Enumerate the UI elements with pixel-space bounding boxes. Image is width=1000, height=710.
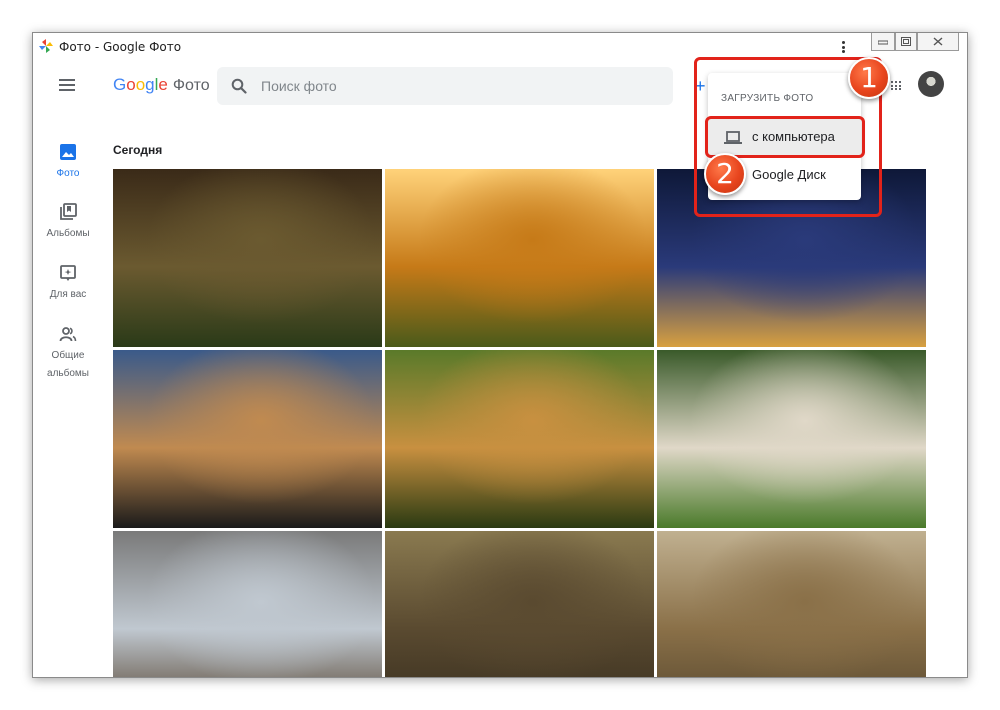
step-1-badge: 1 xyxy=(848,57,890,99)
albums-icon xyxy=(60,203,77,220)
logo-letter: e xyxy=(158,75,168,94)
close-icon xyxy=(933,37,943,46)
logo-letter: o xyxy=(135,75,146,94)
photo-white-rabbit[interactable] xyxy=(657,350,926,528)
google-wordmark: Google xyxy=(113,75,168,95)
window-title: Фото - Google Фото xyxy=(59,40,182,54)
app-window: Фото - Google Фото Google Фото Поиск фот… xyxy=(32,32,968,678)
minimize-button[interactable] xyxy=(871,33,895,51)
sidebar-item-label: Альбомы xyxy=(46,228,90,239)
maximize-button[interactable] xyxy=(895,33,917,51)
photo-corgi-costume[interactable] xyxy=(113,531,382,677)
photo-icon xyxy=(60,144,76,160)
sidebar-item-shared-albums[interactable]: Общие альбомы xyxy=(33,325,103,383)
search-bar[interactable]: Поиск фото xyxy=(217,67,673,105)
sidebar-item-label: Общие альбомы xyxy=(47,350,89,379)
close-button[interactable] xyxy=(917,33,959,51)
sidebar-item-photos[interactable]: Фото xyxy=(33,143,103,183)
photo-mushroom[interactable] xyxy=(113,169,382,347)
photo-monkey[interactable] xyxy=(385,531,654,677)
logo-letter: o xyxy=(126,75,136,94)
apps-grid-icon[interactable] xyxy=(891,81,901,91)
logo-letter: g xyxy=(145,75,155,94)
photo-cats[interactable] xyxy=(657,531,926,677)
annotation-frame-item xyxy=(705,116,865,158)
sidebar-item-albums[interactable]: Альбомы xyxy=(33,203,103,243)
search-icon xyxy=(231,78,247,94)
menu-icon[interactable] xyxy=(59,79,75,91)
sidebar-item-label: Для вас xyxy=(49,289,87,300)
logo-letter: G xyxy=(113,75,127,94)
avatar[interactable] xyxy=(918,71,944,97)
more-options-icon[interactable] xyxy=(839,39,847,55)
product-name: Фото xyxy=(172,77,210,94)
google-photos-icon xyxy=(39,39,53,53)
photo-city-evening[interactable] xyxy=(113,350,382,528)
for-you-icon xyxy=(60,265,76,281)
search-input[interactable]: Поиск фото xyxy=(261,78,337,94)
sidebar-item-for-you[interactable]: Для вас xyxy=(33,264,103,304)
sidebar-item-label: Фото xyxy=(56,168,80,179)
photo-dog-butterfly[interactable] xyxy=(385,350,654,528)
google-photos-logo[interactable]: Google Фото xyxy=(113,75,210,95)
step-2-badge: 2 xyxy=(704,153,746,195)
shared-albums-icon xyxy=(59,327,77,342)
title-bar: Фото - Google Фото xyxy=(33,33,967,59)
photo-sunset-forest[interactable] xyxy=(385,169,654,347)
date-heading: Сегодня xyxy=(113,143,163,157)
